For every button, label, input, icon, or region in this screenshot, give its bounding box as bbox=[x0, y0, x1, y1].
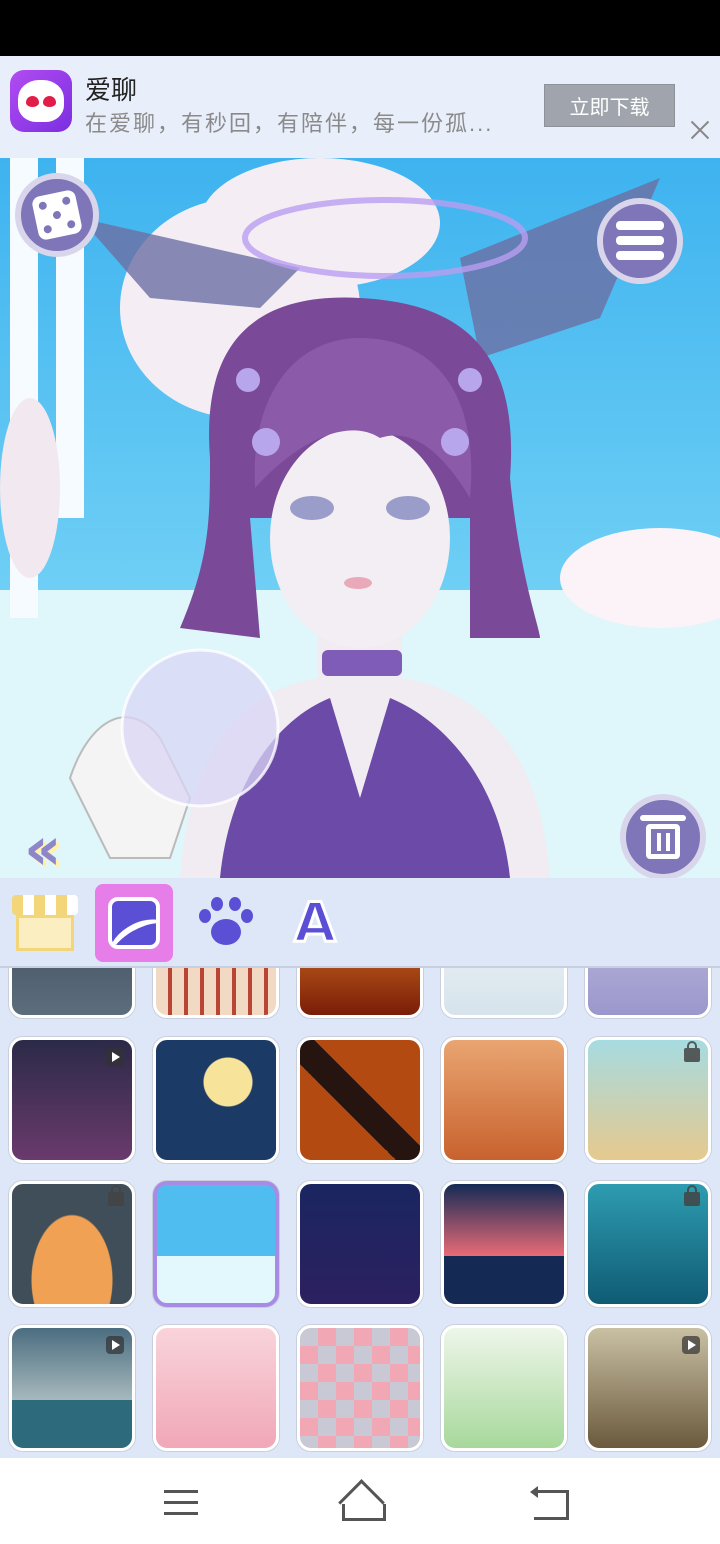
tab-shop[interactable] bbox=[6, 884, 84, 962]
lock-icon bbox=[108, 1185, 124, 1206]
background-thumb[interactable] bbox=[585, 1037, 711, 1163]
background-thumb[interactable] bbox=[441, 968, 567, 1018]
video-badge-icon bbox=[106, 1336, 124, 1354]
delete-button[interactable] bbox=[620, 794, 706, 878]
shop-icon bbox=[12, 895, 78, 951]
background-thumb[interactable] bbox=[585, 1325, 711, 1451]
background-thumb[interactable] bbox=[441, 1181, 567, 1307]
letter-a-icon: A bbox=[293, 891, 338, 954]
background-thumb[interactable] bbox=[153, 968, 279, 1018]
character-canvas[interactable]: ‹‹ bbox=[0, 158, 720, 878]
random-button[interactable] bbox=[15, 173, 99, 257]
home-icon[interactable] bbox=[336, 1484, 386, 1521]
tab-text[interactable]: A bbox=[276, 884, 354, 962]
background-grid bbox=[0, 968, 720, 1458]
double-chevron-left-icon[interactable]: ‹‹ bbox=[24, 814, 62, 878]
ad-title: 爱聊 bbox=[85, 75, 138, 105]
ad-description: 在爱聊，有秒回，有陪伴，每一份孤... bbox=[85, 111, 494, 136]
tab-pet[interactable] bbox=[186, 884, 264, 962]
app-logo-icon bbox=[10, 70, 72, 132]
dice-icon bbox=[30, 188, 84, 242]
paw-icon bbox=[197, 897, 253, 949]
background-thumb[interactable] bbox=[297, 1325, 423, 1451]
lock-icon bbox=[684, 1041, 700, 1062]
video-badge-icon bbox=[682, 1336, 700, 1354]
video-badge-icon bbox=[106, 1048, 124, 1066]
background-thumb[interactable] bbox=[9, 1325, 135, 1451]
back-icon[interactable] bbox=[530, 1486, 569, 1520]
background-thumb[interactable] bbox=[153, 1037, 279, 1163]
background-thumb[interactable] bbox=[9, 968, 135, 1018]
system-navbar bbox=[0, 1460, 720, 1544]
background-thumb[interactable] bbox=[441, 1325, 567, 1451]
background-thumb[interactable] bbox=[297, 1037, 423, 1163]
background-thumb[interactable] bbox=[441, 1037, 567, 1163]
background-thumb[interactable] bbox=[9, 1181, 135, 1307]
status-bar bbox=[0, 0, 720, 56]
ad-download-button[interactable]: 立即下载 bbox=[544, 84, 675, 127]
background-thumb[interactable] bbox=[153, 1325, 279, 1451]
list-icon bbox=[616, 221, 664, 261]
tab-background[interactable] bbox=[95, 884, 173, 962]
background-thumb[interactable] bbox=[9, 1037, 135, 1163]
lock-icon bbox=[684, 1185, 700, 1206]
ad-banner[interactable]: 爱聊 在爱聊，有秒回，有陪伴，每一份孤... 立即下载 广告 bbox=[0, 56, 720, 210]
menu-icon[interactable] bbox=[164, 1490, 198, 1516]
menu-button[interactable] bbox=[597, 198, 683, 284]
background-thumb[interactable] bbox=[585, 968, 711, 1018]
category-tabs: A bbox=[0, 878, 720, 968]
background-thumb[interactable] bbox=[297, 1181, 423, 1307]
background-thumb[interactable] bbox=[585, 1181, 711, 1307]
background-thumb[interactable] bbox=[297, 968, 423, 1018]
background-thumb-selected[interactable] bbox=[153, 1181, 279, 1307]
trash-icon bbox=[640, 815, 686, 859]
background-icon bbox=[108, 897, 160, 949]
close-icon[interactable] bbox=[688, 118, 712, 142]
